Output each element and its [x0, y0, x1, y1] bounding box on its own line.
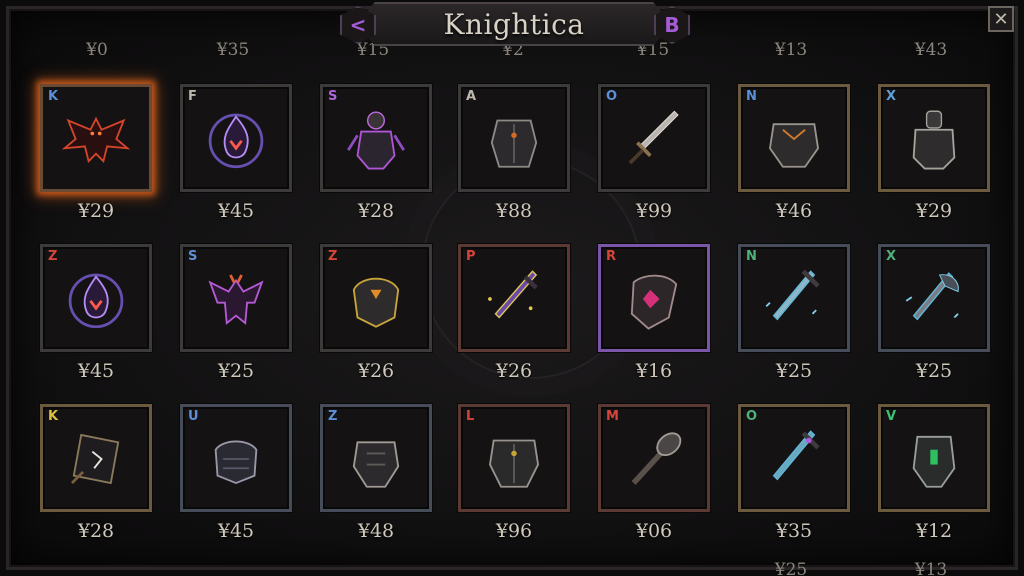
rune-badge: S — [188, 249, 198, 264]
item-price: ¥96 — [495, 520, 533, 542]
item-price: ¥45 — [77, 360, 115, 382]
item-slot-shield[interactable]: R — [598, 244, 710, 352]
knight-armor-icon — [895, 101, 973, 177]
rune-tome-icon — [57, 421, 135, 497]
crystal-sword-icon — [755, 421, 833, 497]
rune-badge: S — [328, 89, 338, 104]
item-price: ¥45 — [217, 200, 255, 222]
item-slot-arcane-flame[interactable]: Z — [40, 244, 152, 352]
plate-armor-icon — [475, 101, 553, 177]
item-price: ¥99 — [635, 200, 673, 222]
item-slot-mace[interactable]: M — [598, 404, 710, 512]
item-price: ¥06 — [635, 520, 673, 542]
item-slot-crystal-sword[interactable]: O — [738, 404, 850, 512]
item-slot-chest-guard[interactable]: Z — [320, 404, 432, 512]
item-price: ¥45 — [217, 520, 255, 542]
item-slot-frost-sword[interactable]: N — [738, 244, 850, 352]
item-slot-breastplate[interactable]: N — [738, 84, 850, 192]
item-price: ¥28 — [357, 200, 395, 222]
partial-price: ¥13 — [914, 560, 948, 576]
partial-price: ¥35 — [216, 40, 250, 60]
shield-icon — [615, 261, 693, 337]
heavy-armor-icon — [475, 421, 553, 497]
frost-sword-icon — [755, 261, 833, 337]
chest-guard-icon — [337, 421, 415, 497]
demon-bat-icon — [57, 101, 135, 177]
item-price: ¥26 — [357, 360, 395, 382]
close-button[interactable]: ✕ — [988, 6, 1014, 32]
item-price: ¥12 — [915, 520, 953, 542]
mace-icon — [615, 421, 693, 497]
item-price: ¥48 — [357, 520, 395, 542]
breastplate-icon — [755, 101, 833, 177]
item-slot-emerald-chestplate[interactable]: V — [878, 404, 990, 512]
item-slot-rune-tome[interactable]: K — [40, 404, 152, 512]
item-price: ¥25 — [775, 360, 813, 382]
item-slot-arcane-flame[interactable]: F — [180, 84, 292, 192]
item-slot-dark-knight[interactable]: S — [320, 84, 432, 192]
partial-price: ¥13 — [774, 40, 808, 60]
enchanted-sword-icon — [475, 261, 553, 337]
item-price: ¥29 — [77, 200, 115, 222]
partial-price: ¥25 — [774, 560, 808, 576]
item-price: ¥35 — [775, 520, 813, 542]
frost-axe-icon — [895, 261, 973, 337]
item-slot-gauntlet[interactable]: U — [180, 404, 292, 512]
item-slot-demon-bat[interactable]: K — [40, 84, 152, 192]
arcane-flame-icon — [57, 261, 135, 337]
item-price: ¥26 — [495, 360, 533, 382]
rune-badge: F — [188, 89, 197, 104]
item-slot-pauldron[interactable]: Z — [320, 244, 432, 352]
item-price: ¥16 — [635, 360, 673, 382]
pauldron-icon — [337, 261, 415, 337]
title-bar: Knightica < B — [318, 2, 710, 48]
item-price: ¥25 — [915, 360, 953, 382]
item-price: ¥28 — [77, 520, 115, 542]
imp-icon — [197, 261, 275, 337]
partial-price: ¥43 — [914, 40, 948, 60]
item-slot-imp[interactable]: S — [180, 244, 292, 352]
item-slot-plate-armor[interactable]: A — [458, 84, 570, 192]
rune-badge: L — [466, 409, 475, 424]
dark-knight-icon — [337, 101, 415, 177]
item-slot-frost-axe[interactable]: X — [878, 244, 990, 352]
item-slot-sword[interactable]: O — [598, 84, 710, 192]
item-price: ¥46 — [775, 200, 813, 222]
item-price: ¥29 — [915, 200, 953, 222]
item-slot-heavy-armor[interactable]: L — [458, 404, 570, 512]
gauntlet-icon — [197, 421, 275, 497]
item-price: ¥25 — [217, 360, 255, 382]
item-slot-enchanted-sword[interactable]: P — [458, 244, 570, 352]
sword-icon — [615, 101, 693, 177]
shop-title: Knightica — [443, 8, 585, 41]
arcane-flame-icon — [197, 101, 275, 177]
item-price: ¥88 — [495, 200, 533, 222]
item-slot-knight-armor[interactable]: X — [878, 84, 990, 192]
emerald-chestplate-icon — [895, 421, 973, 497]
partial-price: ¥0 — [86, 40, 108, 60]
